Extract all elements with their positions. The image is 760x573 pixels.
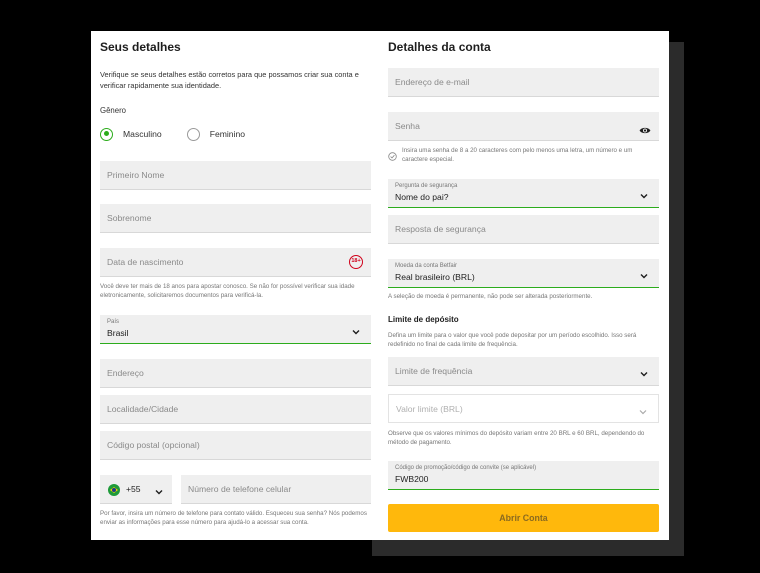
gender-option-male-label[interactable]: Masculino [123,129,162,139]
password-input[interactable]: Senha [388,112,659,141]
eye-icon[interactable] [639,122,651,134]
chevron-down-icon [638,404,648,415]
chevron-down-icon [639,188,649,199]
frequency-limit-placeholder: Limite de frequência [395,366,473,376]
postal-code-input[interactable]: Código postal (opcional) [100,431,371,460]
address-placeholder: Endereço [107,368,144,378]
promo-code-input[interactable]: Código de promoção/código de convite (se… [388,461,659,490]
chevron-down-icon [154,484,164,495]
brazil-flag-icon [108,484,120,496]
country-select[interactable]: País Brasil [100,315,371,344]
first-name-placeholder: Primeiro Nome [107,170,165,180]
gender-label: Gênero [100,106,127,115]
city-placeholder: Localidade/Cidade [107,404,179,414]
promo-code-value: FWB200 [395,474,429,484]
security-question-value: Nome do pai? [395,192,449,202]
currency-label: Moeda da conta Betfair [395,263,458,269]
security-question-label: Pergunta de segurança [395,183,458,189]
dob-placeholder: Data de nascimento [107,257,184,267]
country-label: País [107,319,120,325]
limit-value-placeholder: Valor limite (BRL) [396,404,463,414]
currency-select[interactable]: Moeda da conta Betfair Real brasileiro (… [388,259,659,288]
section-title-personal: Seus detalhes [100,40,181,54]
phone-hint: Por favor, insira um número de telefone … [100,510,367,526]
currency-value: Real brasileiro (BRL) [395,272,475,282]
security-answer-input[interactable]: Resposta de segurança [388,215,659,244]
gender-radio-male[interactable] [100,127,113,141]
gender-radio-female[interactable] [186,127,200,141]
phone-country-code-select[interactable]: +55 [100,475,172,504]
gender-radio-group: Masculino Feminino [100,127,270,141]
open-account-button[interactable]: Abrir Conta [388,504,659,532]
city-input[interactable]: Localidade/Cidade [100,395,371,424]
personal-intro-text: Verifique se seus detalhes estão correto… [100,70,359,90]
security-question-select[interactable]: Pergunta de segurança Nome do pai? [388,179,659,208]
last-name-placeholder: Sobrenome [107,213,152,223]
last-name-input[interactable]: Sobrenome [100,204,371,233]
security-answer-placeholder: Resposta de segurança [395,224,486,234]
deposit-hint: Observe que os valores mínimos do depósi… [388,430,645,446]
phone-number-input[interactable]: Número de telefone celular [181,475,371,504]
chevron-down-icon [639,366,649,377]
age-18-badge: 18+ [349,255,363,269]
dob-hint: Você deve ter mais de 18 anos para apost… [100,283,355,299]
password-placeholder: Senha [395,121,420,131]
chevron-down-icon [351,324,361,335]
password-hint: Insira uma senha de 8 a 20 caracteres co… [402,147,633,163]
email-input[interactable]: Endereço de e-mail [388,68,659,97]
deposit-limit-title: Limite de depósito [388,315,459,324]
promo-code-label: Código de promoção/código de convite (se… [395,465,537,471]
email-placeholder: Endereço de e-mail [395,77,470,87]
gender-option-female-label[interactable]: Feminino [210,129,245,139]
address-input[interactable]: Endereço [100,359,371,388]
limit-value-select[interactable]: Valor limite (BRL) [388,394,659,423]
country-value: Brasil [107,328,129,338]
deposit-limit-intro: Defina um limite para o valor que você p… [388,332,637,348]
check-circle-icon [388,148,397,161]
phone-code-value: +55 [126,484,141,494]
postal-code-placeholder: Código postal (opcional) [107,440,200,450]
first-name-input[interactable]: Primeiro Nome [100,161,371,190]
phone-number-placeholder: Número de telefone celular [188,484,292,494]
frequency-limit-select[interactable]: Limite de frequência [388,357,659,386]
dob-input[interactable]: Data de nascimento 18+ [100,248,371,277]
chevron-down-icon [639,268,649,279]
registration-form: Seus detalhes Verifique se seus detalhes… [91,31,669,540]
section-title-account: Detalhes da conta [388,40,491,54]
currency-hint: A seleção de moeda é permanente, não pod… [388,293,593,300]
